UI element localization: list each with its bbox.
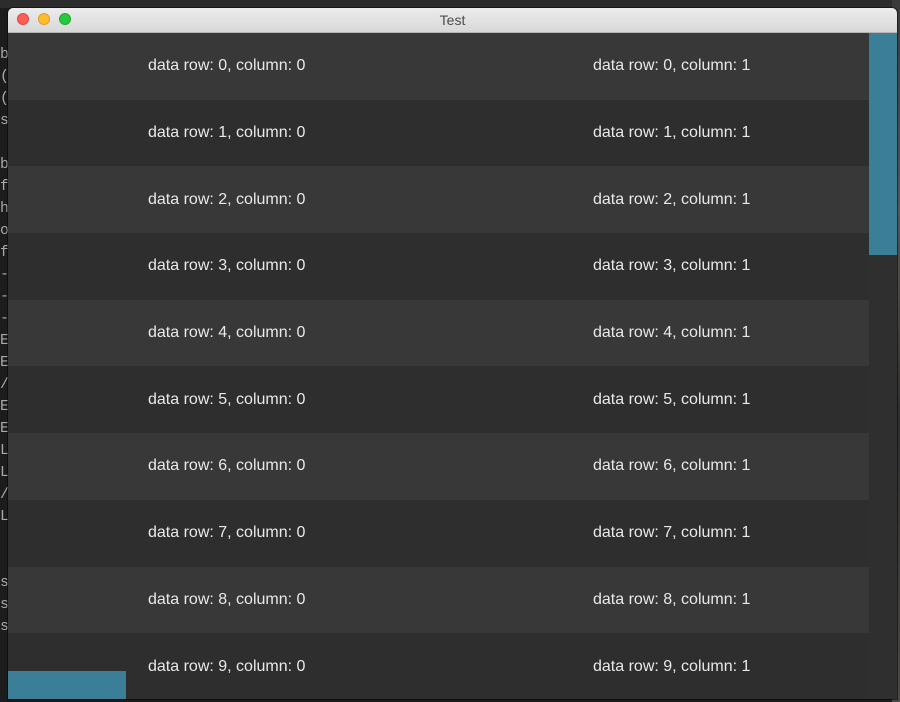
table-row[interactable]: data row: 9, column: 0 data row: 9, colum…: [8, 633, 869, 699]
table-cell-column-1[interactable]: data row: 2, column: 1: [452, 191, 750, 209]
table-cell-column-1[interactable]: data row: 7, column: 1: [452, 524, 750, 542]
window-title: Test: [439, 12, 466, 28]
table-row[interactable]: data row: 2, column: 0 data row: 2, colum…: [8, 166, 869, 234]
table-cell-column-1[interactable]: data row: 8, column: 1: [452, 591, 750, 609]
table-row[interactable]: data row: 3, column: 0 data row: 3, colum…: [8, 233, 869, 300]
table-row[interactable]: data row: 8, column: 0 data row: 8, colum…: [8, 566, 869, 634]
table-row[interactable]: data row: 4, column: 0 data row: 4, colum…: [8, 299, 869, 367]
table-cell-column-0[interactable]: data row: 8, column: 0: [8, 591, 452, 609]
vertical-scrollbar-thumb[interactable]: [869, 33, 897, 255]
vertical-scrollbar[interactable]: [869, 33, 897, 699]
table-cell-column-1[interactable]: data row: 3, column: 1: [452, 257, 750, 275]
table-cell-column-1[interactable]: data row: 6, column: 1: [452, 457, 750, 475]
table-cell-column-1[interactable]: data row: 9, column: 1: [452, 658, 750, 676]
table-cell-column-0[interactable]: data row: 0, column: 0: [8, 57, 452, 75]
table-cell-column-0[interactable]: data row: 3, column: 0: [8, 257, 452, 275]
table-cell-column-1[interactable]: data row: 4, column: 1: [452, 324, 750, 342]
window-controls: [17, 13, 71, 25]
close-window-button[interactable]: [17, 13, 29, 25]
horizontal-scrollbar-thumb[interactable]: [8, 671, 126, 699]
table-row[interactable]: data row: 0, column: 0 data row: 0, colum…: [8, 33, 869, 100]
data-table: data row: 0, column: 0 data row: 0, colum…: [8, 33, 869, 699]
table-cell-column-1[interactable]: data row: 5, column: 1: [452, 391, 750, 409]
table-row[interactable]: data row: 6, column: 0 data row: 6, colum…: [8, 433, 869, 500]
table-cell-column-1[interactable]: data row: 0, column: 1: [452, 57, 750, 75]
table-cell-column-0[interactable]: data row: 5, column: 0: [8, 391, 452, 409]
zoom-window-button[interactable]: [59, 13, 71, 25]
table-row[interactable]: data row: 5, column: 0 data row: 5, colum…: [8, 366, 869, 434]
background-window-edge: [0, 0, 900, 8]
table-row[interactable]: data row: 7, column: 0 data row: 7, colum…: [8, 499, 869, 567]
table-row[interactable]: data row: 1, column: 0 data row: 1, colum…: [8, 99, 869, 167]
table-view[interactable]: data row: 0, column: 0 data row: 0, colum…: [8, 33, 897, 699]
table-cell-column-0[interactable]: data row: 6, column: 0: [8, 457, 452, 475]
table-cell-column-0[interactable]: data row: 2, column: 0: [8, 191, 452, 209]
title-bar[interactable]: Test: [8, 8, 897, 33]
table-cell-column-1[interactable]: data row: 1, column: 1: [452, 124, 750, 142]
table-cell-column-0[interactable]: data row: 4, column: 0: [8, 324, 452, 342]
app-window: Test data row: 0, column: 0 data row: 0, …: [8, 8, 897, 699]
table-cell-column-0[interactable]: data row: 1, column: 0: [8, 124, 452, 142]
table-cell-column-0[interactable]: data row: 7, column: 0: [8, 524, 452, 542]
minimize-window-button[interactable]: [38, 13, 50, 25]
